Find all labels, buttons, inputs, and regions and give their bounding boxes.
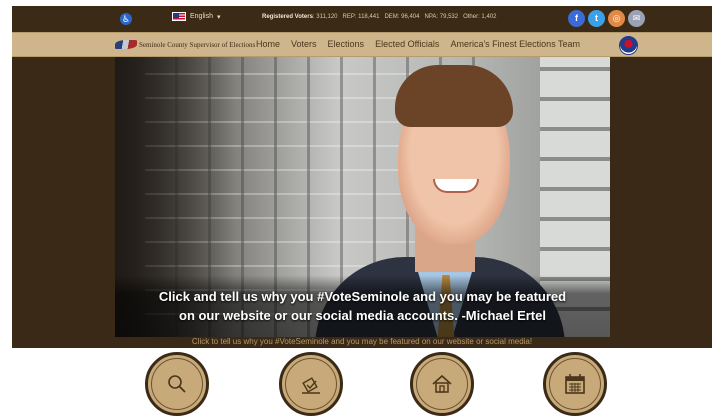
registered-voters-label: Registered Voters <box>262 14 313 20</box>
accessibility-icon[interactable]: ♿ <box>120 13 132 25</box>
nav-item-voters[interactable]: Voters <box>291 39 317 49</box>
calendar-icon <box>565 374 585 394</box>
search-icon <box>168 375 186 393</box>
vote-badge-icon[interactable] <box>619 36 638 55</box>
ballot-button-ring <box>285 358 337 410</box>
ballot-icon <box>302 377 320 394</box>
top-bar: ♿ English ▾ Registered Voters: 311,120 R… <box>12 6 712 32</box>
nav-item-elected-officials[interactable]: Elected Officials <box>375 39 439 49</box>
registered-voters-value: 311,120 <box>316 14 338 20</box>
search-button[interactable] <box>145 352 209 416</box>
us-flag-icon <box>172 12 186 21</box>
social-links: f t ◎ ✉ <box>568 10 645 27</box>
nav-item-elections[interactable]: Elections <box>328 39 365 49</box>
hero-caption-line-1: Click and tell us why you #VoteSeminole … <box>158 289 567 304</box>
home-icon <box>432 374 452 393</box>
language-label: English <box>190 13 213 20</box>
ballot-button[interactable] <box>279 352 343 416</box>
email-icon[interactable]: ✉ <box>628 10 645 27</box>
language-selector[interactable]: English ▾ <box>172 12 220 21</box>
site-logo[interactable]: Seminole County Supervisor of Elections <box>115 38 255 53</box>
chevron-down-icon: ▾ <box>216 13 221 21</box>
hero-caption: Click and tell us why you #VoteSeminole … <box>115 287 610 325</box>
other-count: Other: 1,402 <box>463 14 497 20</box>
voter-stats: Registered Voters: 311,120 REP: 118,441 … <box>262 14 497 20</box>
home-button-ring <box>416 358 468 410</box>
home-button[interactable] <box>410 352 474 416</box>
eagle-logo-icon <box>115 40 137 49</box>
calendar-button-ring <box>549 358 601 410</box>
npa-count: NPA: 79,532 <box>424 14 459 20</box>
hero-caption-line-2: on our website or our social media accou… <box>179 308 546 323</box>
nav-item-home[interactable]: Home <box>256 39 280 49</box>
calendar-button[interactable] <box>543 352 607 416</box>
rep-count: REP: 118,441 <box>342 14 380 20</box>
search-button-ring <box>151 358 203 410</box>
dem-count: DEM: 96,404 <box>384 14 420 20</box>
main-navigation: Seminole County Supervisor of Elections … <box>12 32 712 57</box>
person-hair <box>395 65 513 127</box>
twitter-icon[interactable]: t <box>588 10 605 27</box>
instagram-icon[interactable]: ◎ <box>608 10 625 27</box>
facebook-icon[interactable]: f <box>568 10 585 27</box>
hero-subcaption[interactable]: Click to tell us why you #VoteSeminole a… <box>12 337 712 346</box>
hero-banner[interactable]: Click and tell us why you #VoteSeminole … <box>115 57 610 337</box>
person-smile <box>433 179 479 193</box>
logo-text: Seminole County Supervisor of Elections <box>139 41 256 49</box>
nav-menu: Home Voters Elections Elected Officials … <box>256 39 580 49</box>
nav-item-elections-team[interactable]: America's Finest Elections Team <box>450 39 580 49</box>
